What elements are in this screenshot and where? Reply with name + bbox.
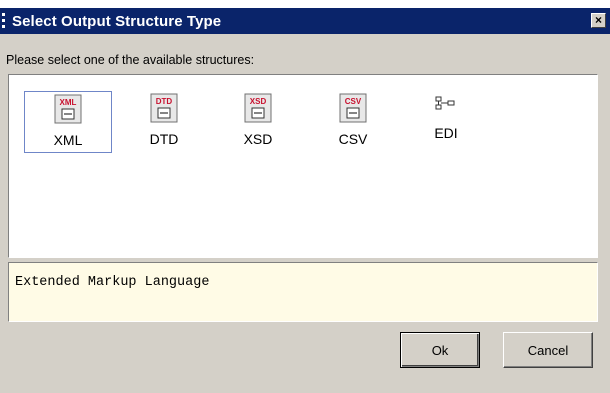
structure-item-dtd[interactable]: DTD DTD <box>120 91 208 153</box>
edi-structure-icon <box>435 96 455 110</box>
dtd-badge: DTD <box>156 97 173 106</box>
title-bar[interactable]: Select Output Structure Type × <box>0 8 610 34</box>
structure-item-csv[interactable]: CSV CSV <box>309 91 397 153</box>
structure-label-dtd: DTD <box>149 131 179 147</box>
structure-list: XML XML DTD DTD XSD XSD CSV CSV EDI <box>8 74 598 258</box>
title-grip-icon <box>0 8 10 34</box>
window-title: Select Output Structure Type <box>12 12 222 30</box>
close-icon: × <box>594 13 602 27</box>
cancel-button[interactable]: Cancel <box>503 332 593 368</box>
dtd-structure-icon: DTD <box>150 93 178 123</box>
xml-structure-icon: XML <box>54 94 82 124</box>
structure-item-xml[interactable]: XML XML <box>24 91 112 153</box>
close-button[interactable]: × <box>591 13 606 28</box>
ok-button[interactable]: Ok <box>400 332 480 368</box>
structure-label-xml: XML <box>53 132 83 148</box>
xsd-structure-icon: XSD <box>244 93 272 123</box>
structure-item-edi[interactable]: EDI <box>402 89 490 151</box>
structure-item-xsd[interactable]: XSD XSD <box>214 91 302 153</box>
description-text: Extended Markup Language <box>15 275 210 290</box>
structure-label-edi: EDI <box>434 125 458 141</box>
instruction-text: Please select one of the available struc… <box>6 53 255 67</box>
structure-label-csv: CSV <box>338 131 368 147</box>
xml-badge: XML <box>60 98 77 107</box>
structure-label-xsd: XSD <box>243 131 273 147</box>
csv-structure-icon: CSV <box>339 93 367 123</box>
description-box: Extended Markup Language <box>8 262 598 322</box>
csv-badge: CSV <box>345 97 362 106</box>
top-margin <box>0 0 610 8</box>
xsd-badge: XSD <box>250 97 267 106</box>
